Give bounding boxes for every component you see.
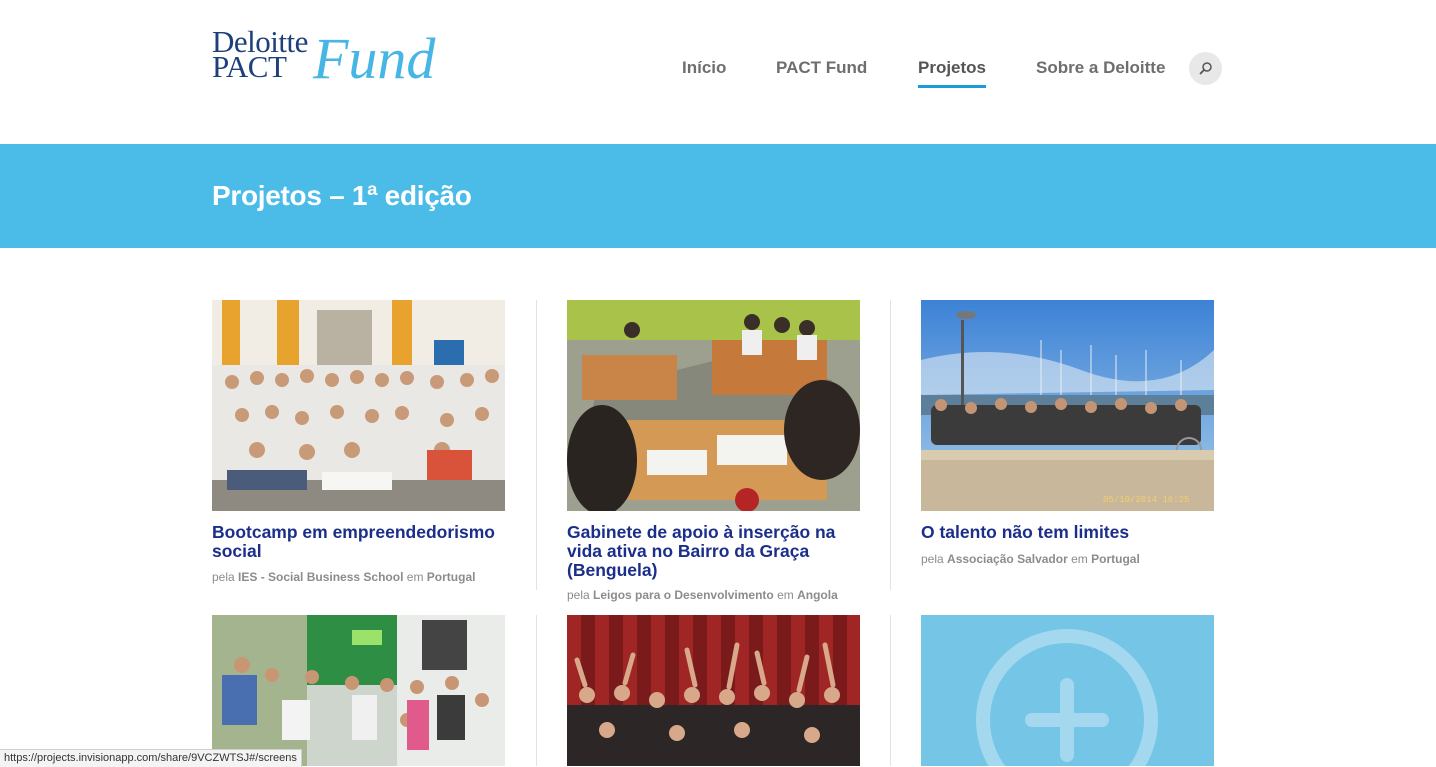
project-photo-5[interactable] (567, 615, 860, 766)
project-card: Gabinete de apoio à inserção na vida ati… (567, 300, 860, 602)
column-divider (890, 300, 891, 590)
meta-by: pela (567, 588, 590, 602)
column-divider (536, 615, 537, 766)
project-photo-bootcamp[interactable] (212, 300, 505, 511)
nav-item-inicio[interactable]: Início (682, 58, 726, 78)
photo-timestamp: 05/10/2014 16:25 (1103, 495, 1189, 505)
search-button[interactable] (1189, 52, 1222, 85)
project-photo-4[interactable] (212, 615, 505, 766)
project-photo-gabinete[interactable] (567, 300, 860, 511)
project-photo-talento[interactable]: 05/10/2014 16:25 (921, 300, 1214, 511)
meta-by: pela (921, 552, 944, 566)
page-banner: Projetos – 1ª edição (0, 144, 1436, 248)
project-organization[interactable]: Leigos para o Desenvolvimento (593, 588, 774, 602)
project-country[interactable]: Portugal (1091, 552, 1140, 566)
project-meta: pela IES - Social Business School em Por… (212, 570, 475, 584)
project-card (567, 615, 860, 766)
meta-in: em (406, 570, 424, 584)
logo-fund: Fund (313, 26, 436, 91)
nav-item-projetos[interactable]: Projetos (918, 58, 986, 78)
nav-item-sobre-a-deloitte[interactable]: Sobre a Deloitte (1036, 58, 1165, 78)
project-meta: pela Leigos para o Desenvolvimento em An… (567, 588, 838, 602)
project-title[interactable]: O talento não tem limites (921, 523, 1221, 542)
project-card: Bootcamp em empreendedorismo social pela… (212, 300, 505, 590)
project-organization[interactable]: IES - Social Business School (238, 570, 403, 584)
project-card (212, 615, 505, 766)
column-divider (536, 300, 537, 590)
add-project-button[interactable] (921, 615, 1214, 766)
add-project-card (921, 615, 1214, 766)
meta-by: pela (212, 570, 235, 584)
logo-pact: PACT (212, 49, 287, 84)
nav-item-pact-fund[interactable]: PACT Fund (776, 58, 867, 78)
meta-in: em (777, 588, 794, 602)
project-country[interactable]: Portugal (427, 570, 476, 584)
project-meta: pela Associação Salvador em Portugal (921, 552, 1140, 566)
project-country[interactable]: Angola (797, 588, 838, 602)
project-title[interactable]: Gabinete de apoio à inserção na vida ati… (567, 523, 867, 580)
search-icon (1199, 62, 1212, 75)
project-organization[interactable]: Associação Salvador (947, 552, 1068, 566)
project-card: 05/10/2014 16:25 O talento não tem limit… (921, 300, 1214, 590)
plus-circle-icon (976, 629, 1158, 766)
site-header: Deloitte PACT Fund Início PACT Fund Proj… (0, 0, 1436, 144)
deloitte-pact-fund-logo[interactable]: Deloitte PACT Fund (212, 26, 452, 90)
project-title[interactable]: Bootcamp em empreendedorismo social (212, 523, 512, 561)
page-title: Projetos – 1ª edição (212, 180, 472, 211)
nav-active-underline (918, 85, 986, 88)
meta-in: em (1071, 552, 1088, 566)
browser-status-url: https://projects.invisionapp.com/share/9… (0, 749, 302, 767)
column-divider (890, 615, 891, 766)
